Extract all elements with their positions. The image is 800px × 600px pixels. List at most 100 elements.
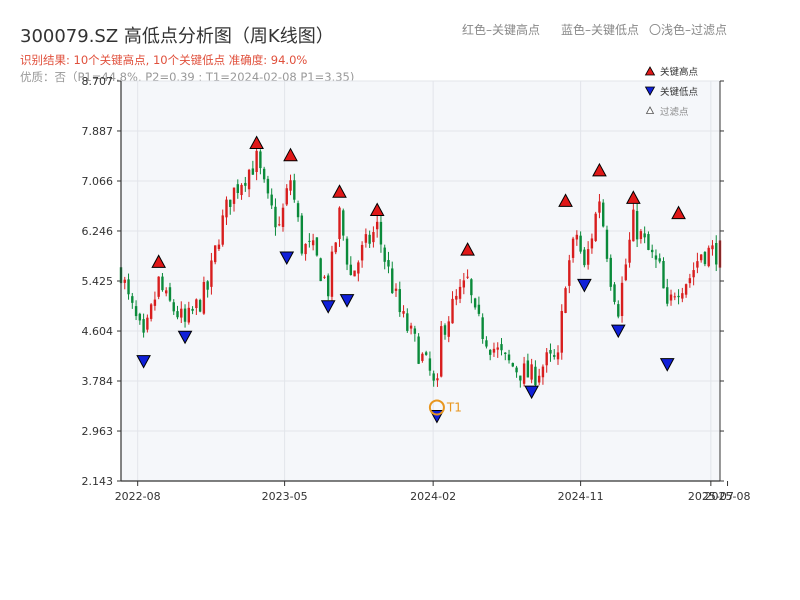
candle-body	[176, 311, 179, 318]
candle-body	[507, 354, 511, 361]
candle-body	[643, 233, 646, 238]
candle-body	[417, 336, 420, 364]
candle-body	[198, 300, 202, 312]
candle-body	[127, 279, 130, 295]
candle-body	[699, 254, 703, 261]
candle-body	[703, 252, 707, 265]
candle-body	[131, 296, 134, 303]
candle-body	[537, 375, 541, 383]
candle-body	[255, 150, 258, 173]
candle-body	[232, 187, 236, 204]
candle	[330, 245, 334, 304]
x-tick-label: 2024-02	[410, 490, 456, 503]
y-tick-label: 6.246	[82, 225, 114, 238]
candle-body	[138, 313, 142, 321]
candle	[564, 286, 567, 314]
candle-body	[123, 279, 126, 283]
candle-body	[247, 169, 251, 190]
candle-body	[360, 244, 364, 261]
candle-body	[338, 207, 341, 240]
candle	[157, 276, 160, 300]
candle-body	[221, 215, 224, 245]
candle-body	[281, 207, 285, 227]
candle-body	[206, 281, 209, 290]
candle-body	[647, 234, 650, 250]
candle-body	[488, 349, 492, 355]
candle	[602, 199, 605, 228]
candle-body	[553, 355, 556, 357]
candlestick-chart: T1 2.143 2.963 3.784 4.604 5.425 6.246 7.066 7.…	[82, 66, 751, 503]
candle-body	[285, 188, 288, 205]
candle	[647, 231, 650, 251]
candle-body	[172, 302, 175, 312]
candle	[149, 303, 153, 322]
candle-body	[711, 245, 714, 250]
candle-body	[666, 287, 669, 304]
legend-filtered-label: 过滤点	[660, 106, 689, 118]
candle-body	[568, 260, 571, 286]
candle-body	[575, 234, 579, 240]
candle-body	[628, 239, 631, 263]
candle-body	[229, 199, 232, 207]
candle-body	[327, 275, 330, 297]
candle-body	[681, 293, 684, 299]
x-tick-label: 2023-05	[262, 490, 308, 503]
candle-body	[402, 311, 405, 314]
candle-body	[278, 224, 281, 226]
candle-body	[515, 367, 518, 373]
candle-body	[406, 313, 409, 331]
candle-body	[432, 373, 435, 381]
candle-body	[142, 319, 145, 333]
candle	[620, 276, 624, 323]
candle-body	[602, 202, 605, 227]
y-tick-label: 3.784	[82, 375, 114, 388]
candle-body	[654, 255, 658, 260]
candle-body	[289, 180, 292, 191]
candle-body	[451, 298, 454, 324]
candle-body	[500, 344, 503, 351]
candle-body	[296, 203, 300, 218]
candle-body	[187, 307, 191, 323]
candle-body	[323, 276, 326, 278]
candle-body	[492, 348, 496, 353]
candle-body	[424, 352, 428, 355]
candle-body	[511, 363, 514, 367]
candle-body	[455, 295, 458, 300]
candle-body	[530, 364, 533, 380]
candle	[662, 257, 665, 289]
candle-body	[624, 264, 628, 281]
candle-body	[251, 168, 255, 175]
candle-body	[300, 215, 304, 254]
candle-body	[379, 221, 383, 245]
candle-body	[409, 325, 413, 329]
candle-body	[458, 286, 462, 299]
candle-body	[605, 229, 609, 259]
candle-body	[673, 296, 676, 298]
candle-body	[293, 180, 296, 200]
candle-body	[715, 243, 718, 265]
candle-body	[202, 282, 206, 314]
candle-body	[545, 352, 548, 366]
candle	[594, 211, 597, 242]
candle-body	[319, 258, 322, 282]
candle-body	[383, 247, 386, 262]
candle-body	[579, 235, 582, 252]
candle-body	[308, 240, 311, 242]
candle	[327, 273, 330, 301]
candle-body	[504, 352, 507, 354]
t1-label: T1	[446, 400, 462, 414]
candle-body	[519, 375, 522, 381]
candle	[440, 320, 443, 378]
candle-body	[662, 260, 665, 289]
candle-body	[259, 151, 262, 169]
candle	[213, 245, 217, 265]
candle-body	[617, 304, 620, 317]
candle-body	[466, 276, 469, 278]
candle-body	[443, 325, 447, 335]
candle-body	[609, 257, 612, 287]
candle-body	[421, 353, 424, 361]
candle	[605, 225, 609, 263]
candle-body	[632, 209, 635, 242]
candle-body	[428, 358, 432, 371]
candle-body	[586, 249, 590, 265]
